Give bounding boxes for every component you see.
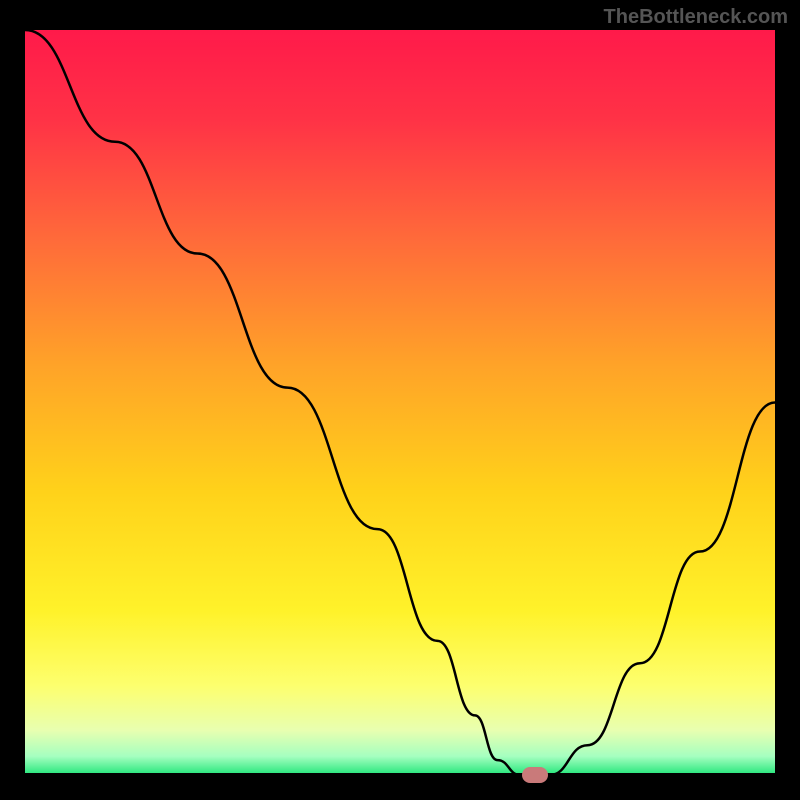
chart-svg xyxy=(25,30,775,775)
chart-area xyxy=(25,30,775,775)
optimum-marker xyxy=(522,767,548,783)
gradient-background xyxy=(25,30,775,775)
chart-container: TheBottleneck.com xyxy=(0,0,800,800)
watermark-label: TheBottleneck.com xyxy=(604,6,788,29)
